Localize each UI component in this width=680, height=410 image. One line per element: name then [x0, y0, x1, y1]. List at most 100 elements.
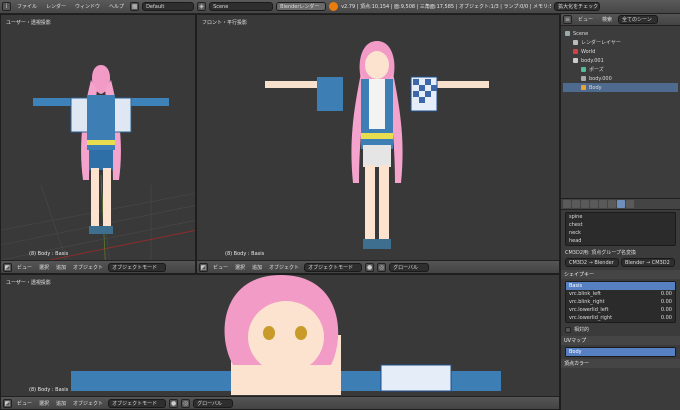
render-engine-select[interactable]: Blenderレンダー: [276, 2, 327, 11]
shading-icon[interactable]: ●: [169, 398, 179, 408]
mesh-icon: [581, 85, 586, 90]
tree-item-pose[interactable]: ポーズ: [563, 65, 678, 74]
tree-item-body[interactable]: Body: [563, 83, 678, 92]
outliner-header: ≡ ビュー 検索 全てのシーン: [561, 14, 680, 26]
view3d-editor-icon[interactable]: ◩: [199, 262, 208, 272]
scene-field[interactable]: Scene: [209, 2, 274, 11]
layers-tab-icon[interactable]: [572, 200, 580, 208]
relative-checkbox[interactable]: [565, 326, 571, 333]
list-item[interactable]: vrc.blink_left 0.00: [566, 290, 675, 298]
viewport-bottom[interactable]: ユーザー・透視投影 (8) Body : Basis ◩ ビュー 選択 追加 オ…: [0, 274, 560, 410]
viewport-top-left[interactable]: ユーザー・透視投影 (8) Body : Basis ◩ ビュー 選択 追加 オ…: [0, 14, 196, 274]
character-front-view: [265, 41, 489, 249]
check-feature-button[interactable]: 拡大化をチェック: [554, 2, 601, 11]
view3d-editor-icon[interactable]: ◩: [3, 398, 12, 408]
modifier-tab-icon[interactable]: [608, 200, 616, 208]
list-item[interactable]: vrc.blink_right 0.00: [566, 298, 675, 306]
convert-to-blender-button[interactable]: CM3D2 → Blender: [565, 258, 619, 267]
viewport-top-right[interactable]: フロント・平行投影 (8) Body : Basis ◩ ビュー 選択 追加 オ…: [196, 14, 560, 274]
uv-maps-panel-header[interactable]: UVマップ: [561, 336, 680, 345]
shape-keys-panel-header[interactable]: シェイプキー: [561, 270, 680, 279]
shape-keys-list: Basis vrc.blink_left 0.00 vrc.blink_right…: [565, 281, 676, 323]
viewport-header: ◩ ビュー 選択 追加 オブジェクト オブジェクトモード: [1, 260, 195, 273]
menu-object[interactable]: オブジェクト: [267, 264, 301, 271]
menu-object[interactable]: オブジェクト: [71, 400, 105, 407]
properties-tabs: [561, 199, 680, 210]
convert-to-cm3d2-button[interactable]: Blender → CM3D2: [621, 258, 675, 267]
character-closeup-view: [71, 275, 501, 395]
tree-item-armature-data[interactable]: body.000: [563, 74, 678, 83]
viewport-status: (8) Body : Basis: [225, 251, 265, 257]
vertex-colors-panel-header[interactable]: 頂点カラー: [561, 359, 680, 368]
character-back-view: [33, 65, 169, 234]
list-item[interactable]: chest: [566, 221, 675, 229]
menu-add[interactable]: 追加: [54, 400, 68, 407]
menu-select[interactable]: 選択: [233, 264, 247, 271]
scene-icon[interactable]: ◈: [197, 2, 207, 11]
viewport-status: (8) Body : Basis: [29, 387, 69, 393]
viewport-header: ◩ ビュー 選択 追加 オブジェクト オブジェクトモード ● ◎ グローバル: [197, 260, 559, 273]
relative-label: 相対的: [574, 327, 590, 333]
tree-item-render-layers[interactable]: レンダーレイヤー: [563, 38, 678, 47]
scene-stats: v2.79 | 頂点:10,154 | 面:9,508 | 三角面:17,585…: [341, 4, 552, 10]
menu-view[interactable]: ビュー: [15, 264, 34, 271]
menu-render[interactable]: レンダー: [43, 3, 69, 10]
tree-item-world[interactable]: World: [563, 47, 678, 56]
list-item[interactable]: Body: [566, 348, 675, 356]
screen-layout-icon[interactable]: ▦: [130, 2, 140, 11]
list-item[interactable]: neck: [566, 229, 675, 237]
menu-add[interactable]: 追加: [54, 264, 68, 271]
orientation-select[interactable]: グローバル: [389, 262, 430, 272]
render-tab-icon[interactable]: [563, 200, 571, 208]
data-tab-icon[interactable]: [617, 200, 625, 208]
pivot-icon[interactable]: ◎: [181, 398, 191, 408]
list-item[interactable]: vrc.lowerlid_left 0.00: [566, 306, 675, 314]
armature-data-icon: [581, 76, 586, 81]
armature-icon: [573, 58, 578, 63]
tree-item-scene[interactable]: Scene: [563, 29, 678, 38]
viewport-header: ◩ ビュー 選択 追加 オブジェクト オブジェクトモード ● ◎ グローバル: [1, 396, 559, 409]
info-header: i ファイル レンダー ウィンドウ ヘルプ ▦ Default ◈ Scene …: [0, 0, 680, 14]
scene-tab-icon[interactable]: [581, 200, 589, 208]
list-item[interactable]: Basis: [566, 282, 675, 290]
menu-add[interactable]: 追加: [250, 264, 264, 271]
world-tab-icon[interactable]: [590, 200, 598, 208]
menu-view[interactable]: ビュー: [15, 400, 34, 407]
list-item[interactable]: spine: [566, 213, 675, 221]
mode-select[interactable]: オブジェクトモード: [108, 398, 167, 408]
list-item[interactable]: head: [566, 237, 675, 245]
menu-search[interactable]: 検索: [599, 16, 615, 23]
object-tab-icon[interactable]: [599, 200, 607, 208]
screen-layout-field[interactable]: Default: [142, 2, 195, 11]
world-icon: [573, 49, 578, 54]
menu-object[interactable]: オブジェクト: [71, 264, 105, 271]
viewport-title: ユーザー・透視投影: [6, 20, 51, 26]
vertex-group-hint: CM3D2用: 頂点グループ名変換: [565, 250, 636, 256]
pose-icon: [581, 67, 586, 72]
menu-help[interactable]: ヘルプ: [106, 3, 127, 10]
display-mode-select[interactable]: 全てのシーン: [618, 15, 659, 24]
mode-select[interactable]: オブジェクトモード: [304, 262, 363, 272]
shading-icon[interactable]: ●: [365, 262, 375, 272]
viewport-status: (8) Body : Basis: [29, 251, 69, 257]
menu-select[interactable]: 選択: [37, 264, 51, 271]
menu-file[interactable]: ファイル: [14, 3, 40, 10]
menu-select[interactable]: 選択: [37, 400, 51, 407]
material-tab-icon[interactable]: [626, 200, 634, 208]
view3d-editor-icon[interactable]: ◩: [3, 262, 12, 272]
menu-view[interactable]: ビュー: [575, 16, 596, 23]
info-editor-icon[interactable]: i: [2, 2, 11, 11]
pivot-icon[interactable]: ◎: [377, 262, 387, 272]
mode-select[interactable]: オブジェクトモード: [108, 262, 167, 272]
outliner-editor-icon[interactable]: ≡: [563, 15, 572, 24]
blender-logo-icon: [329, 2, 339, 11]
menu-view[interactable]: ビュー: [211, 264, 230, 271]
outliner-panel: ≡ ビュー 検索 全てのシーン Scene レンダーレイヤー World bod…: [560, 14, 680, 198]
tree-item-armature[interactable]: body.001: [563, 56, 678, 65]
viewport-title: フロント・平行投影: [202, 20, 248, 26]
properties-panel: spine chest neck head CM3D2用: 頂点グループ名変換 …: [560, 198, 680, 410]
orientation-select[interactable]: グローバル: [193, 398, 234, 408]
vertex-groups-list: spine chest neck head: [565, 212, 676, 246]
menu-window[interactable]: ウィンドウ: [72, 3, 103, 10]
list-item[interactable]: vrc.lowerlid_right 0.00: [566, 314, 675, 322]
